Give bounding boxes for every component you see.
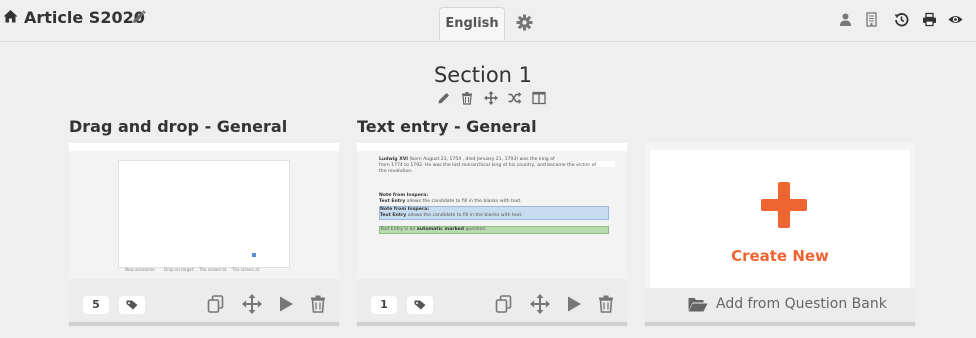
card-top-strip [357,143,627,151]
question-preview[interactable]: New assessme Drop on target The screen a… [69,151,339,279]
move-icon[interactable] [242,294,262,314]
columns-icon[interactable] [532,90,546,105]
play-icon[interactable] [276,294,296,314]
move-icon[interactable] [484,90,498,105]
print-icon[interactable] [922,12,937,27]
preview-label: New assessme [125,267,155,272]
history-icon[interactable] [894,12,909,27]
top-bar: Article S2020 English [0,0,976,42]
preview-document: Ludwig XVI (born August 23, 1754 , died … [379,157,609,234]
note-highlight-green: Text Entry is an automatic marked questi… [379,226,609,234]
add-from-question-bank-label: Add from Question Bank [716,296,887,312]
duplicate-icon[interactable] [206,294,226,314]
question-card-text-entry[interactable]: Ludwig XVI (born August 23, 1754 , died … [357,143,627,326]
section-title: Section 1 [433,63,533,87]
preview-label: The screen at [199,267,227,272]
home-icon[interactable] [3,9,18,24]
card-heading: Drag and drop - General [69,117,288,136]
note-highlight: Note from Inspera: Text Entry allows the… [379,206,609,220]
drop-target-marker [252,253,256,257]
preview-label: The screen at [232,267,260,272]
preview-label: Drop on target [164,267,194,272]
shuffle-icon[interactable] [508,90,522,104]
note-text: Text Entry allows the candidate to fill … [379,199,522,204]
folder-open-icon [688,296,708,313]
tag-icon[interactable] [119,296,145,314]
preview-paragraph: from 1774 to 1792. He was the last monar… [379,163,597,168]
gear-icon[interactable] [516,14,533,31]
trash-icon[interactable] [460,90,474,105]
tab-english[interactable]: English [439,7,505,40]
add-from-question-bank-button[interactable]: Add from Question Bank [645,288,915,322]
pencil-icon[interactable] [131,10,146,25]
document-title: Article S2020 [24,8,145,27]
tag-icon[interactable] [407,296,433,314]
trash-icon[interactable] [308,294,328,314]
move-icon[interactable] [530,294,550,314]
create-new-card: Create New Add from Question Bank [645,143,915,326]
count-badge: 5 [83,296,109,314]
section-toolbar [436,90,548,106]
card-footer: 1 [357,286,627,322]
user-icon[interactable] [838,12,853,27]
duplicate-icon[interactable] [494,294,514,314]
create-new-button[interactable]: Create New [650,150,910,288]
card-top-strip [69,143,339,151]
eye-icon[interactable] [948,12,963,27]
card-heading: Text entry - General [357,117,537,136]
trash-icon[interactable] [596,294,616,314]
card-footer: 5 [69,286,339,322]
drag-drop-canvas [118,160,290,268]
plus-icon [761,182,807,228]
create-new-label: Create New [731,247,829,265]
question-preview[interactable]: Ludwig XVI (born August 23, 1754 , died … [357,151,627,279]
count-badge: 1 [371,296,397,314]
play-icon[interactable] [564,294,584,314]
pencil-icon[interactable] [437,90,451,104]
document-icon[interactable] [864,12,879,27]
question-card-drag-drop[interactable]: New assessme Drop on target The screen a… [69,143,339,326]
